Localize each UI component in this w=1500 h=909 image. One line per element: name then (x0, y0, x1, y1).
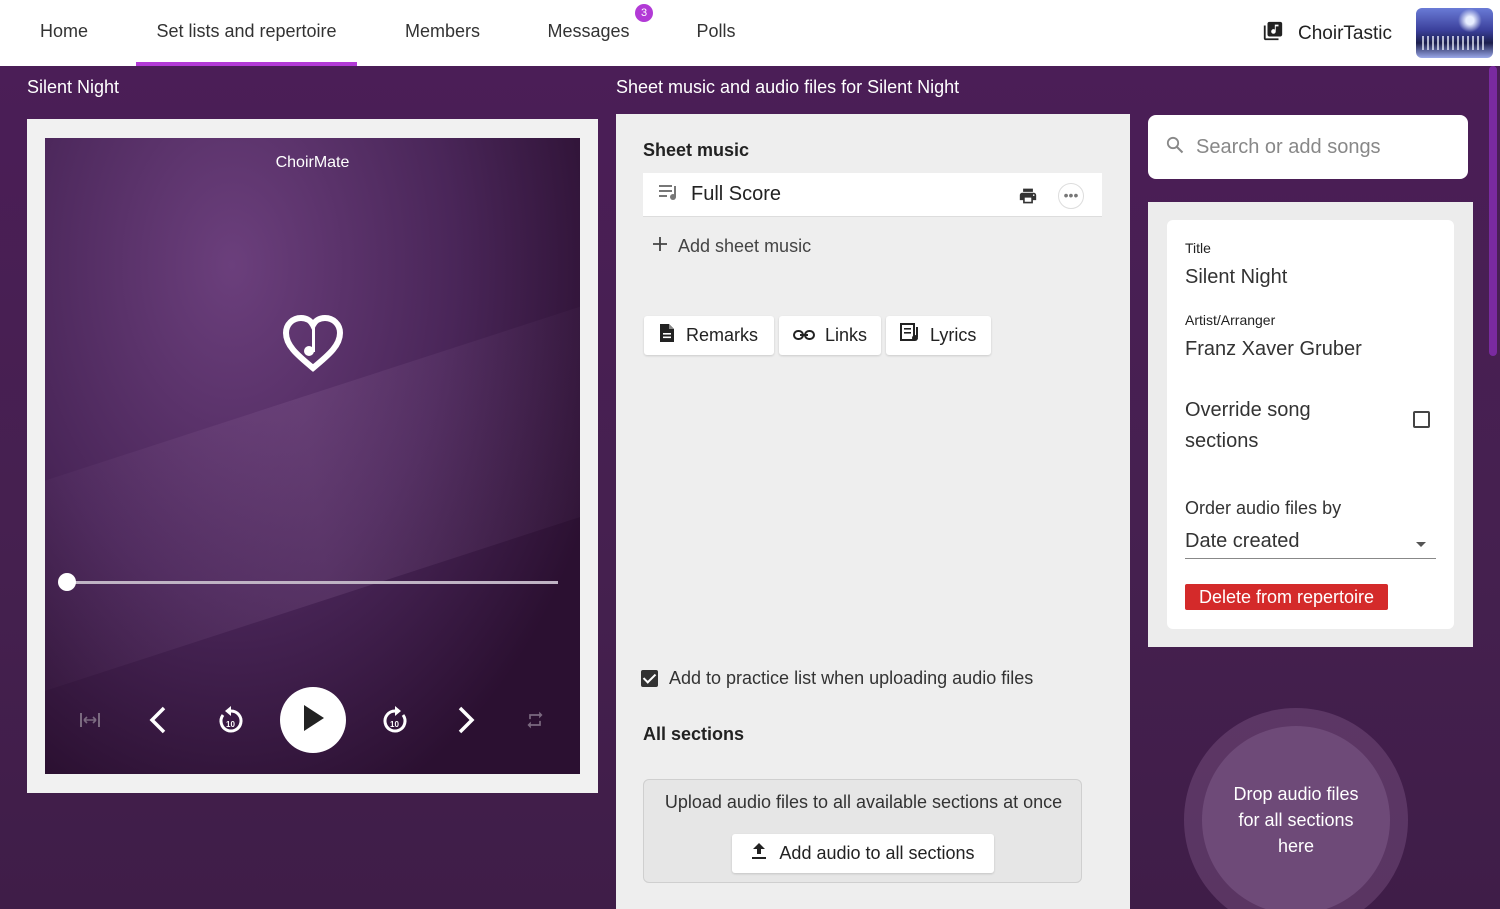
practice-list-checkbox[interactable] (641, 670, 658, 687)
rewind-10-icon[interactable]: 10 (216, 703, 246, 735)
audio-drop-zone[interactable]: Drop audio files for all sections here (1202, 726, 1390, 909)
next-icon[interactable] (453, 703, 479, 737)
messages-count-badge: 3 (635, 4, 653, 22)
dropdown-caret-icon (1416, 542, 1426, 547)
repeat-icon[interactable] (523, 708, 547, 732)
previous-icon[interactable] (145, 703, 171, 737)
order-audio-files-value: Date created (1185, 530, 1300, 552)
tab-members[interactable]: Members (388, 0, 497, 66)
playback-progress-knob[interactable] (58, 573, 76, 591)
tab-polls[interactable]: Polls (680, 0, 752, 66)
song-search-input[interactable] (1196, 135, 1426, 159)
more-options-button[interactable]: ••• (1058, 183, 1084, 209)
document-icon (658, 323, 676, 348)
order-audio-files-select[interactable]: Date created (1185, 530, 1436, 559)
play-button[interactable] (280, 687, 346, 753)
upload-all-sections-text: Upload audio files to all available sect… (664, 792, 1063, 812)
print-icon[interactable] (1017, 185, 1039, 207)
upload-all-sections-box: Upload audio files to all available sect… (643, 779, 1082, 883)
search-icon (1166, 136, 1184, 159)
svg-text:10: 10 (226, 720, 235, 729)
override-sections-label: Override song sections (1185, 399, 1311, 452)
links-label: Links (825, 325, 868, 345)
links-button[interactable]: Links (779, 316, 881, 355)
artist-field-label: Artist/Arranger (1185, 312, 1276, 328)
audio-player: ChoirMate (45, 138, 580, 774)
delete-from-repertoire-button[interactable]: Delete from repertoire (1185, 584, 1388, 610)
artist-field-value[interactable]: Franz Xaver Gruber (1185, 338, 1362, 361)
choir-avatar[interactable] (1416, 8, 1493, 58)
drop-zone-text: Drop audio files for all sections here (1233, 784, 1359, 856)
add-sheet-music-button[interactable]: Add sheet music (652, 236, 811, 257)
forward-10-icon[interactable]: 10 (380, 703, 410, 735)
more-horizontal-icon: ••• (1063, 187, 1079, 203)
all-sections-heading: All sections (643, 724, 745, 744)
song-search-box (1148, 115, 1468, 179)
override-sections-checkbox[interactable] (1413, 411, 1430, 428)
fit-width-icon[interactable] (78, 710, 102, 730)
sheet-music-heading: Sheet music (643, 140, 750, 160)
svg-text:10: 10 (390, 720, 399, 729)
choir-switcher[interactable]: ChoirTastic (1262, 20, 1392, 48)
lyrics-label: Lyrics (930, 325, 977, 345)
plus-icon (652, 236, 668, 257)
upload-icon (751, 842, 767, 865)
title-field-label: Title (1185, 240, 1211, 256)
choir-name: ChoirTastic (1298, 23, 1392, 44)
library-music-icon (1262, 20, 1284, 48)
practice-list-checkbox-row[interactable]: Add to practice list when uploading audi… (641, 668, 1033, 689)
remarks-button[interactable]: Remarks (644, 316, 774, 355)
link-icon (793, 325, 815, 346)
player-label: ChoirMate (275, 154, 350, 171)
top-navigation-bar: Home Set lists and repertoire Members Me… (0, 0, 1500, 66)
tab-set-lists-and-repertoire[interactable]: Set lists and repertoire (136, 0, 357, 66)
remarks-label: Remarks (686, 325, 759, 345)
song-title-heading: Silent Night (27, 77, 120, 97)
sheet-music-section-heading: Sheet music and audio files for Silent N… (616, 77, 960, 97)
sheet-music-icon (659, 183, 679, 206)
title-field-value[interactable]: Silent Night (1185, 266, 1287, 289)
play-icon (300, 703, 326, 738)
lyrics-button[interactable]: Lyrics (886, 316, 991, 355)
add-sheet-music-label: Add sheet music (678, 236, 812, 256)
tab-messages[interactable]: Messages (530, 0, 647, 66)
sheet-music-title: Full Score (691, 183, 782, 205)
heart-music-icon (282, 314, 344, 376)
playback-progress-track[interactable] (67, 581, 558, 584)
lyrics-icon (900, 323, 920, 348)
page-scrollbar[interactable] (1489, 66, 1497, 356)
order-audio-files-label: Order audio files by (1185, 498, 1342, 518)
add-audio-label: Add audio to all sections (779, 843, 975, 863)
practice-list-checkbox-label: Add to practice list when uploading audi… (669, 668, 1034, 688)
add-audio-to-all-sections-button[interactable]: Add audio to all sections (732, 834, 994, 873)
tab-home[interactable]: Home (22, 0, 106, 66)
